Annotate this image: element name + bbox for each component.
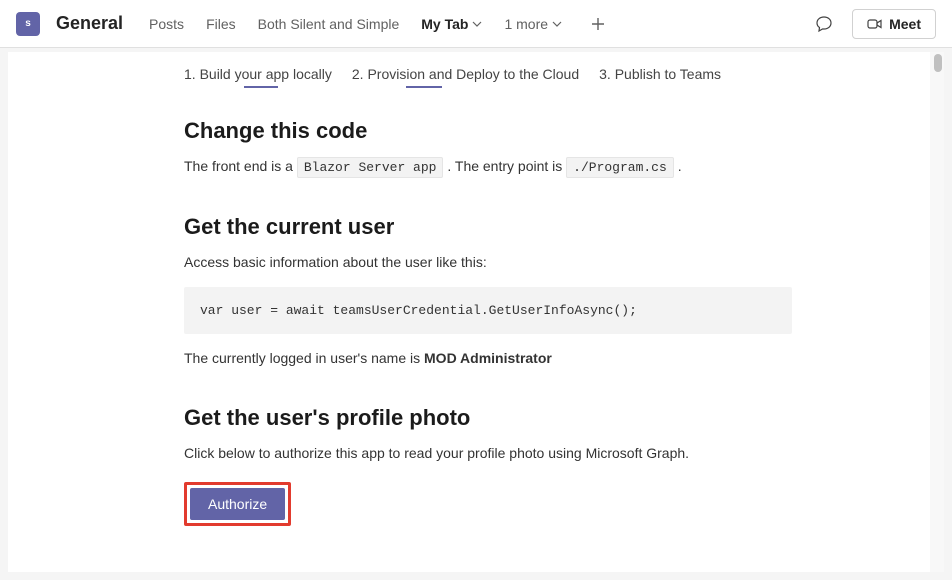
meet-button[interactable]: Meet	[852, 9, 936, 39]
channel-title: General	[56, 13, 123, 34]
authorize-button[interactable]: Authorize	[190, 488, 285, 520]
tab-content-inner: 1. Build your app locally 2. Provision a…	[8, 52, 808, 566]
step-3: 3. Publish to Teams	[599, 66, 721, 82]
tab-both-silent-simple[interactable]: Both Silent and Simple	[248, 10, 410, 38]
tab-my-tab[interactable]: My Tab	[411, 10, 492, 38]
scrollbar-thumb[interactable]	[934, 54, 942, 72]
tabs-list: Posts Files Both Silent and Simple My Ta…	[139, 8, 614, 40]
chat-icon-button[interactable]	[808, 8, 840, 40]
chevron-down-icon	[552, 19, 562, 29]
logged-in-username: MOD Administrator	[424, 350, 552, 366]
highlight-box: Authorize	[184, 482, 291, 526]
header-left: s General Posts Files Both Silent and Si…	[16, 8, 614, 40]
tab-content-area: 1. Build your app locally 2. Provision a…	[8, 52, 944, 572]
tab-more-label: 1 more	[504, 16, 548, 32]
para-frontend: The front end is a Blazor Server app . T…	[184, 156, 792, 178]
code-program-cs: ./Program.cs	[566, 157, 674, 178]
teams-header: s General Posts Files Both Silent and Si…	[0, 0, 952, 48]
add-tab-button[interactable]	[582, 8, 614, 40]
heading-get-user: Get the current user	[184, 214, 792, 240]
chat-icon	[815, 15, 833, 33]
chevron-down-icon	[472, 19, 482, 29]
para-logged-in: The currently logged in user's name is M…	[184, 348, 792, 369]
scrollbar-track[interactable]	[930, 52, 944, 572]
tab-more[interactable]: 1 more	[494, 10, 572, 38]
para-access-user: Access basic information about the user …	[184, 252, 792, 273]
header-right: Meet	[808, 8, 936, 40]
tab-posts[interactable]: Posts	[139, 10, 194, 38]
heading-profile-photo: Get the user's profile photo	[184, 405, 792, 431]
steps-row: 1. Build your app locally 2. Provision a…	[184, 52, 792, 82]
meet-label: Meet	[889, 16, 921, 32]
app-icon[interactable]: s	[16, 12, 40, 36]
step-1: 1. Build your app locally	[184, 66, 332, 82]
tab-my-tab-label: My Tab	[421, 16, 468, 32]
tab-files[interactable]: Files	[196, 10, 246, 38]
code-block-getuser: var user = await teamsUserCredential.Get…	[184, 287, 792, 334]
para-authorize: Click below to authorize this app to rea…	[184, 443, 792, 464]
heading-change-code: Change this code	[184, 118, 792, 144]
code-blazor: Blazor Server app	[297, 157, 444, 178]
video-icon	[867, 16, 883, 32]
content-wrapper: 1. Build your app locally 2. Provision a…	[0, 48, 952, 580]
step-2: 2. Provision and Deploy to the Cloud	[352, 66, 579, 82]
